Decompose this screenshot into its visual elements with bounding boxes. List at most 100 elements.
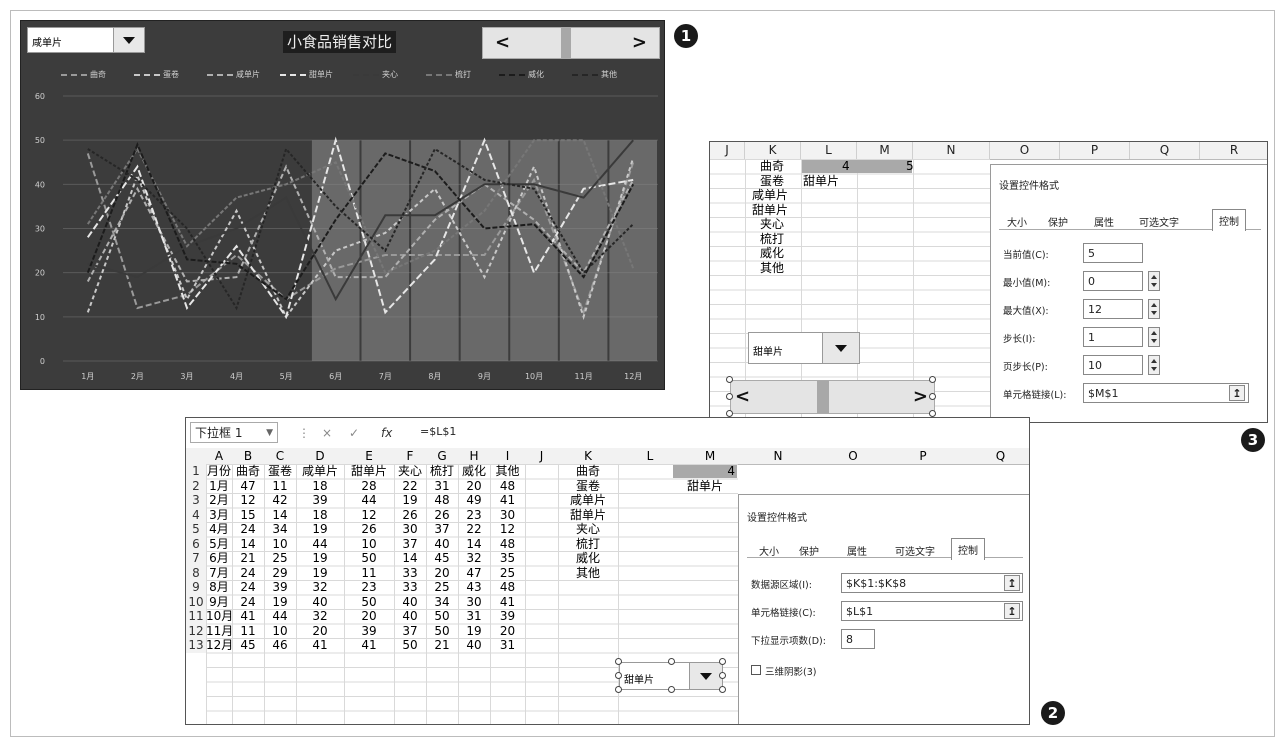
chevron-down-icon[interactable]: ▼ — [266, 423, 273, 443]
header-cell[interactable]: 甜单片 — [344, 464, 394, 479]
table-cell[interactable]: 30 — [458, 595, 490, 610]
table-cell[interactable]: 45 — [232, 638, 264, 653]
table-cell[interactable]: 9月 — [206, 595, 232, 610]
col-header[interactable]: Q — [958, 449, 1029, 464]
row-number[interactable]: 3 — [186, 493, 206, 508]
table-cell[interactable]: 34 — [426, 595, 458, 610]
resize-handle[interactable] — [719, 658, 726, 665]
table-cell[interactable]: 39 — [344, 624, 394, 639]
table-cell[interactable]: 48 — [490, 479, 525, 494]
col-header[interactable]: E — [344, 449, 394, 464]
tab-protection[interactable]: 保护 — [1048, 214, 1068, 229]
table-cell[interactable]: 34 — [264, 522, 296, 537]
resize-handle[interactable] — [719, 672, 726, 679]
table-cell[interactable]: 50 — [344, 595, 394, 610]
table-cell[interactable]: 47 — [458, 566, 490, 581]
table-cell[interactable]: 32 — [296, 580, 344, 595]
row-number[interactable]: 7 — [186, 551, 206, 566]
table-cell[interactable]: 48 — [490, 537, 525, 552]
table-cell[interactable]: 12月 — [206, 638, 233, 653]
table-cell[interactable]: 41 — [232, 609, 264, 624]
table-cell[interactable]: 21 — [232, 551, 264, 566]
table-cell[interactable]: 4月 — [206, 522, 232, 537]
cell-L2[interactable]: 甜单片 — [803, 174, 839, 188]
tab-alt-text[interactable]: 可选文字 — [895, 543, 935, 558]
header-cell[interactable]: 其他 — [490, 464, 525, 479]
table-cell[interactable]: 50 — [426, 609, 458, 624]
tab-alt-text[interactable]: 可选文字 — [1139, 214, 1179, 229]
min-value-input[interactable]: 0 — [1083, 271, 1143, 291]
table-cell[interactable]: 11 — [232, 624, 264, 639]
source-range-input[interactable]: $K$1:$K$8 — [841, 573, 1023, 593]
table-cell[interactable]: 2月 — [206, 493, 232, 508]
function-icon[interactable]: fx — [381, 426, 392, 440]
col-header[interactable]: C — [264, 449, 296, 464]
resize-handle[interactable] — [668, 658, 675, 665]
table-cell[interactable]: 28 — [344, 479, 394, 494]
col-header[interactable]: A — [206, 449, 232, 464]
resize-handle[interactable] — [929, 376, 936, 383]
row-number[interactable]: 12 — [186, 623, 206, 638]
row-number[interactable]: 13 — [186, 638, 206, 653]
min-value-spinner[interactable] — [1148, 271, 1160, 291]
resize-handle[interactable] — [615, 672, 622, 679]
table-cell[interactable]: 14 — [394, 551, 426, 566]
product-combo-box[interactable]: 甜单片 — [748, 332, 860, 364]
table-cell[interactable]: 50 — [344, 551, 394, 566]
month-scrollbar[interactable]: < > — [730, 380, 935, 414]
table-cell[interactable]: 44 — [296, 537, 344, 552]
max-value-input[interactable]: 12 — [1083, 299, 1143, 319]
table-cell[interactable]: 21 — [426, 638, 458, 653]
table-cell[interactable]: 40 — [394, 609, 426, 624]
table-cell[interactable]: 37 — [394, 624, 426, 639]
tab-protection[interactable]: 保护 — [799, 543, 819, 558]
cell-link-input[interactable]: $L$1 — [841, 601, 1023, 621]
range-select-icon[interactable]: ↥ — [1229, 385, 1245, 401]
resize-handle[interactable] — [726, 393, 733, 400]
col-header[interactable]: K — [558, 449, 618, 464]
table-cell[interactable]: 1月 — [206, 479, 232, 494]
resize-handle[interactable] — [929, 393, 936, 400]
table-cell[interactable]: 48 — [490, 580, 525, 595]
header-cell[interactable]: 梳打 — [426, 464, 458, 479]
list-item[interactable]: 蛋卷 — [558, 479, 618, 494]
scroll-left-icon[interactable]: < — [735, 381, 750, 413]
tab-control[interactable]: 控制 — [951, 538, 985, 560]
table-cell[interactable]: 40 — [296, 595, 344, 610]
resize-handle[interactable] — [668, 686, 675, 693]
table-cell[interactable]: 20 — [344, 609, 394, 624]
table-cell[interactable]: 24 — [232, 580, 264, 595]
table-cell[interactable]: 50 — [426, 624, 458, 639]
header-cell[interactable]: 蛋卷 — [264, 464, 296, 479]
table-cell[interactable]: 44 — [264, 609, 296, 624]
3d-shading-checkbox[interactable] — [751, 665, 761, 675]
table-cell[interactable]: 6月 — [206, 551, 232, 566]
table-cell[interactable]: 12 — [344, 508, 394, 523]
table-cell[interactable]: 23 — [458, 508, 490, 523]
table-cell[interactable]: 48 — [426, 493, 458, 508]
col-header[interactable]: D — [296, 449, 344, 464]
table-cell[interactable]: 26 — [394, 508, 426, 523]
table-cell[interactable]: 19 — [296, 522, 344, 537]
resize-handle[interactable] — [726, 376, 733, 383]
chevron-down-icon[interactable] — [689, 663, 722, 689]
col-header[interactable]: L — [618, 449, 682, 464]
col-header[interactable]: H — [458, 449, 490, 464]
col-header[interactable]: B — [232, 449, 264, 464]
drop-down-lines-input[interactable]: 8 — [841, 629, 875, 649]
table-cell[interactable]: 10月 — [206, 609, 233, 624]
cancel-icon[interactable]: × — [322, 426, 332, 440]
table-cell[interactable]: 19 — [394, 493, 426, 508]
list-item[interactable]: 曲奇 — [558, 464, 618, 479]
table-cell[interactable]: 41 — [296, 638, 344, 653]
table-cell[interactable]: 31 — [458, 609, 490, 624]
table-cell[interactable]: 39 — [264, 580, 296, 595]
table-cell[interactable]: 24 — [232, 595, 264, 610]
row-number[interactable]: 6 — [186, 536, 206, 551]
table-cell[interactable]: 20 — [458, 479, 490, 494]
table-cell[interactable]: 37 — [394, 537, 426, 552]
table-cell[interactable]: 45 — [426, 551, 458, 566]
table-cell[interactable]: 11月 — [206, 624, 233, 639]
table-cell[interactable]: 47 — [232, 479, 264, 494]
table-cell[interactable]: 42 — [264, 493, 296, 508]
